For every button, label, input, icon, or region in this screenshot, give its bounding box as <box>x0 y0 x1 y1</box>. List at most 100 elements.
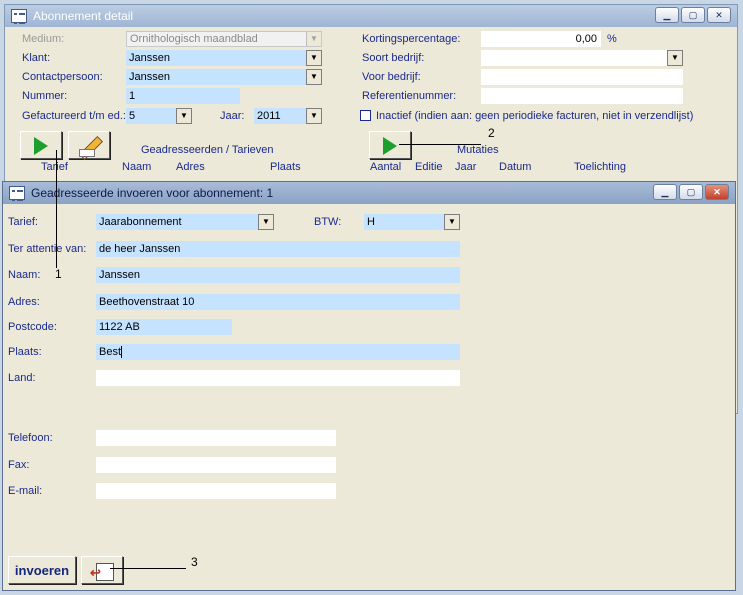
naam-field[interactable]: Janssen <box>96 267 460 283</box>
chevron-down-icon[interactable]: ▼ <box>444 214 460 230</box>
nummer-value: 1 <box>129 90 136 102</box>
edit-geadresseerde-button[interactable] <box>68 131 110 159</box>
email-label: E-mail: <box>8 485 43 497</box>
soort-bedrijf-select[interactable]: ▼ <box>481 50 683 66</box>
telefoon-field[interactable] <box>96 430 336 446</box>
chevron-down-icon[interactable]: ▼ <box>306 108 322 124</box>
maximize-button[interactable]: ▢ <box>679 184 703 200</box>
chevron-down-icon[interactable]: ▼ <box>667 50 683 66</box>
soort-bedrijf-label: Soort bedrijf: <box>362 52 425 64</box>
postcode-field[interactable]: 1122 AB <box>96 319 232 335</box>
tarief-label: Tarief: <box>8 216 38 228</box>
mutaties-title: Mutaties <box>457 144 499 156</box>
form-window-icon <box>9 186 25 201</box>
geadresseerden-title: Geadresseerden / Tarieven <box>141 144 274 156</box>
tarief-select[interactable]: Jaarabonnement ▼ <box>96 214 274 230</box>
col-datum: Datum <box>499 161 532 173</box>
telefoon-label: Telefoon: <box>8 432 53 444</box>
callout-3-number: 3 <box>191 555 198 569</box>
btw-label: BTW: <box>314 216 342 228</box>
nummer-label: Nummer: <box>22 90 68 102</box>
naam-value: Janssen <box>99 269 140 281</box>
close-button[interactable]: ✕ <box>705 184 729 200</box>
close-form-icon <box>90 563 116 581</box>
close-button[interactable]: ✕ <box>707 7 731 23</box>
chevron-down-icon[interactable]: ▼ <box>306 50 322 66</box>
gefactureerd-label: Gefactureerd t/m ed.: <box>22 110 126 122</box>
referentienummer-label: Referentienummer: <box>362 90 457 102</box>
referentienummer-field[interactable] <box>481 88 683 104</box>
callout-2-line <box>399 144 481 145</box>
email-field[interactable] <box>96 483 336 499</box>
chevron-down-icon: ▼ <box>306 32 321 46</box>
voor-bedrijf-label: Voor bedrijf: <box>362 71 421 83</box>
jaar-label: Jaar: <box>220 110 245 122</box>
contactpersoon-label: Contactpersoon: <box>22 71 103 83</box>
chevron-down-icon[interactable]: ▼ <box>258 214 274 230</box>
chevron-down-icon[interactable]: ▼ <box>176 108 192 124</box>
callout-2-number: 2 <box>488 126 495 140</box>
klant-label: Klant: <box>22 52 51 64</box>
percent-unit: % <box>607 33 617 45</box>
fax-label: Fax: <box>8 459 30 471</box>
close-form-button[interactable] <box>81 556 123 584</box>
col-tarief: Tarief <box>41 161 68 173</box>
col-plaats: Plaats <box>270 161 301 173</box>
play-icon <box>383 137 397 155</box>
fax-field[interactable] <box>96 457 336 473</box>
plaats-value: Best <box>99 346 122 358</box>
col-toelichting: Toelichting <box>574 161 626 173</box>
naam-label: Naam: <box>8 269 41 281</box>
inactief-checkbox[interactable] <box>360 110 371 121</box>
ter-attentie-label: Ter attentie van: <box>8 243 87 255</box>
medium-field: Ornithologisch maandblad ▼ <box>126 31 322 47</box>
main-titlebar[interactable]: Abonnement detail ▁ ▢ ✕ <box>5 5 737 27</box>
ter-attentie-value: de heer Janssen <box>99 243 181 255</box>
land-label: Land: <box>8 372 36 384</box>
gefactureerd-select[interactable]: 5 ▼ <box>126 108 192 124</box>
plaats-field[interactable]: Best <box>96 344 460 360</box>
korting-value: 0,00 <box>575 33 597 45</box>
callout-3-line <box>110 568 186 569</box>
minimize-button[interactable]: ▁ <box>655 7 679 23</box>
minimize-button[interactable]: ▁ <box>653 184 677 200</box>
invoeren-button[interactable]: invoeren <box>8 556 76 584</box>
korting-label: Kortingspercentage: <box>362 33 461 45</box>
maximize-button[interactable]: ▢ <box>681 7 705 23</box>
klant-value: Janssen <box>129 52 170 64</box>
jaar-value: 2011 <box>257 110 281 122</box>
ter-attentie-field[interactable]: de heer Janssen <box>96 241 460 257</box>
medium-value: Ornithologisch maandblad <box>130 33 258 45</box>
invoeren-label: invoeren <box>14 563 70 578</box>
nummer-field[interactable]: 1 <box>126 88 240 104</box>
inactief-label: Inactief (indien aan: geen periodieke fa… <box>376 110 694 122</box>
voor-bedrijf-field[interactable] <box>481 69 683 85</box>
adres-field[interactable]: Beethovenstraat 10 <box>96 294 460 310</box>
btw-value: H <box>367 216 375 228</box>
gefactureerd-value: 5 <box>129 110 136 122</box>
medium-label: Medium: <box>22 33 65 45</box>
sub-titlebar[interactable]: Geadresseerde invoeren voor abonnement: … <box>3 182 735 204</box>
callout-1-number: 1 <box>55 267 62 281</box>
tarief-value: Jaarabonnement <box>99 216 182 228</box>
main-window-title: Abonnement detail <box>33 9 134 23</box>
col-aantal: Aantal <box>370 161 402 173</box>
postcode-value: 1122 AB <box>99 321 140 333</box>
contactpersoon-value: Janssen <box>129 71 170 83</box>
form-window-icon <box>11 9 27 24</box>
contactpersoon-select[interactable]: Janssen ▼ <box>126 69 322 85</box>
postcode-label: Postcode: <box>8 321 57 333</box>
col-editie: Editie <box>415 161 443 173</box>
klant-select[interactable]: Janssen ▼ <box>126 50 322 66</box>
jaar-select[interactable]: 2011 ▼ <box>254 108 322 124</box>
text-cursor <box>121 346 123 359</box>
chevron-down-icon[interactable]: ▼ <box>306 69 322 85</box>
land-field[interactable] <box>96 370 460 386</box>
sub-window-title: Geadresseerde invoeren voor abonnement: … <box>31 186 274 200</box>
korting-field[interactable]: 0,00 <box>481 31 601 47</box>
open-mutaties-button[interactable] <box>369 131 411 159</box>
btw-select[interactable]: H ▼ <box>364 214 460 230</box>
pencil-icon <box>79 136 101 157</box>
col-naam: Naam <box>122 161 152 173</box>
adres-label: Adres: <box>8 296 40 308</box>
